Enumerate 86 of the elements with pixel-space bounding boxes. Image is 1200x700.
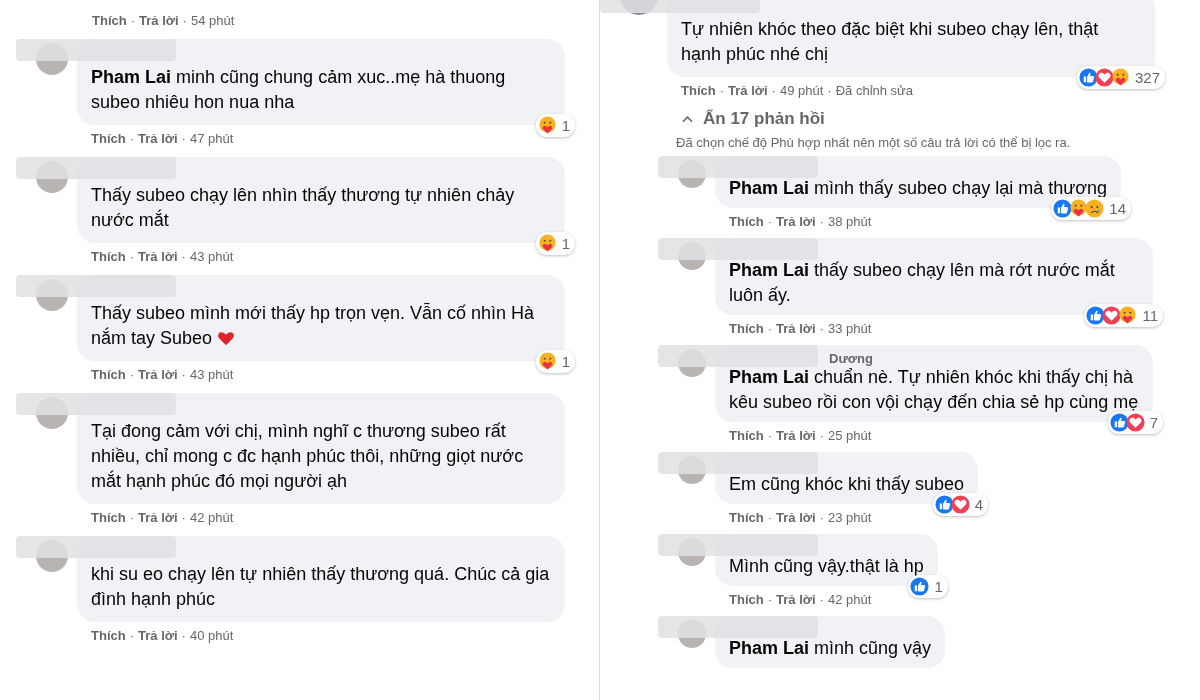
comment-text: khi su eo chạy lên tự nhiên thấy thương quá. Chúc cả gia đình hạnh phúc: [91, 563, 551, 611]
separator-dot: ·: [129, 366, 134, 382]
edited-label: Đã chỉnh sửa: [835, 82, 914, 98]
separator-dot: ·: [181, 130, 186, 146]
comment-text: Pham Lai mình thấy subeo chạy lại mà thương: [729, 177, 1108, 200]
reaction-badge[interactable]: 7: [1107, 411, 1163, 434]
reaction-badge[interactable]: 1: [535, 114, 575, 137]
reply-link[interactable]: Trả lời: [138, 627, 178, 643]
commenter-name: Dương: [829, 351, 873, 366]
comment-text: Pham Lai thấy subeo chạy lên mà rớt nước mắt luôn ấy.: [729, 258, 1116, 307]
reaction-badge[interactable]: 11: [1084, 304, 1163, 327]
separator-dot: ·: [181, 509, 186, 525]
separator-dot: ·: [130, 12, 135, 28]
reply-link[interactable]: Trả lời: [138, 366, 178, 382]
like-link[interactable]: Thích: [91, 366, 126, 382]
separator-dot: ·: [767, 213, 772, 229]
separator-dot: ·: [819, 320, 824, 336]
separator-dot: ·: [181, 627, 186, 643]
comment-text: Tại đong cảm với chị, mình nghĩ c thương subeo rất nhiều, chỉ mong c đc hạnh phúc thôi, những giọt nước mắt hạnh phúc đó mọi người ạh: [91, 420, 525, 493]
separator-dot: ·: [129, 130, 134, 146]
comment-time: 43 phút: [189, 366, 234, 382]
like-link[interactable]: Thích: [91, 248, 126, 264]
reply-link[interactable]: Trả lời: [138, 248, 178, 264]
separator-dot: ·: [719, 82, 724, 98]
like-link[interactable]: Thích: [91, 130, 126, 146]
separator-dot: ·: [819, 213, 824, 229]
comment-text: Em cũng khóc khi thấy subeo: [729, 473, 965, 496]
separator-dot: ·: [767, 427, 772, 443]
comment-time: 54 phút: [190, 12, 235, 28]
reply-link[interactable]: Trả lời: [728, 82, 768, 98]
like-link[interactable]: Thích: [729, 591, 764, 607]
reaction-badge[interactable]: 14: [1051, 197, 1132, 220]
comment-text: Pham Lai chuẩn nè. Tự nhiên khóc khi thấy chị hà kêu subeo rồi con vội chạy đến chia sẻ hp cùng mẹ: [729, 366, 1139, 414]
comment-time: 42 phút: [827, 591, 872, 607]
separator-dot: ·: [767, 320, 772, 336]
comment-text: Tự nhiên khóc theo đặc biệt khi subeo chạy lên, thật hạnh phúc nhé chị: [681, 18, 1100, 66]
like-link[interactable]: Thích: [91, 627, 126, 643]
like-link[interactable]: Thích: [681, 82, 716, 98]
separator-dot: ·: [767, 591, 772, 607]
separator-dot: ·: [181, 248, 186, 264]
separator-dot: ·: [819, 427, 824, 443]
comment-time: 23 phút: [827, 509, 872, 525]
separator-dot: ·: [129, 627, 134, 643]
hide-replies-link[interactable]: Ẩn 17 phản hồi: [680, 109, 1200, 129]
reply-link[interactable]: Trả lời: [776, 427, 816, 443]
reply-link[interactable]: Trả lời: [776, 320, 816, 336]
reply-link[interactable]: Trả lời: [138, 509, 178, 525]
separator-dot: ·: [771, 82, 776, 98]
comment-time: 43 phút: [189, 248, 234, 264]
reaction-badge[interactable]: 1: [535, 350, 575, 373]
comment-time: 42 phút: [189, 509, 234, 525]
comment-time: 25 phút: [827, 427, 872, 443]
comment-time: 33 phút: [827, 320, 872, 336]
separator-dot: ·: [181, 366, 186, 382]
reply-link[interactable]: Trả lời: [139, 12, 179, 28]
separator-dot: ·: [819, 591, 824, 607]
comment-text: Pham Lai minh cũng chung cảm xuc..mẹ hà thuong subeo nhiêu hon nua nha: [91, 66, 507, 114]
reply-link[interactable]: Trả lời: [776, 591, 816, 607]
comment-text: Pham Lai mình cũng vậy: [729, 637, 932, 660]
reaction-badge[interactable]: 4: [932, 493, 989, 516]
like-link[interactable]: Thích: [91, 509, 126, 525]
reply-link[interactable]: Trả lời: [776, 213, 816, 229]
filter-note: Đã chọn chế độ Phù hợp nhất nên một số câu trả lời có thể bị lọc ra.: [676, 135, 1072, 150]
reaction-badge[interactable]: 327: [1076, 66, 1165, 89]
comment-text: Thấy subeo chạy lên nhìn thấy thương tự nhiên chảy nước mắt: [91, 184, 516, 232]
comment-time: 49 phút: [779, 82, 824, 98]
like-link[interactable]: Thích: [92, 12, 127, 28]
comment-time: 40 phút: [189, 627, 234, 643]
like-link[interactable]: Thích: [729, 213, 764, 229]
like-link[interactable]: Thích: [729, 509, 764, 525]
like-link[interactable]: Thích: [729, 320, 764, 336]
reaction-badge[interactable]: 1: [908, 575, 948, 598]
reaction-badge[interactable]: 1: [535, 232, 575, 255]
comment-text: Mình cũng vậy.thật là hp: [729, 555, 924, 578]
separator-dot: ·: [827, 82, 832, 98]
comment-time: 38 phút: [827, 213, 872, 229]
separator-dot: ·: [819, 509, 824, 525]
separator-dot: ·: [129, 248, 134, 264]
reply-link[interactable]: Trả lời: [138, 130, 178, 146]
separator-dot: ·: [129, 509, 134, 525]
comment-text: Thấy subeo mình mới thấy hp trọn vẹn. Vẫn cố nhìn Hà nắm tay Subeo: [91, 301, 536, 350]
separator-dot: ·: [182, 12, 187, 28]
comment-time: 47 phút: [189, 130, 234, 146]
separator-dot: ·: [767, 509, 772, 525]
reply-link[interactable]: Trả lời: [776, 509, 816, 525]
like-link[interactable]: Thích: [729, 427, 764, 443]
